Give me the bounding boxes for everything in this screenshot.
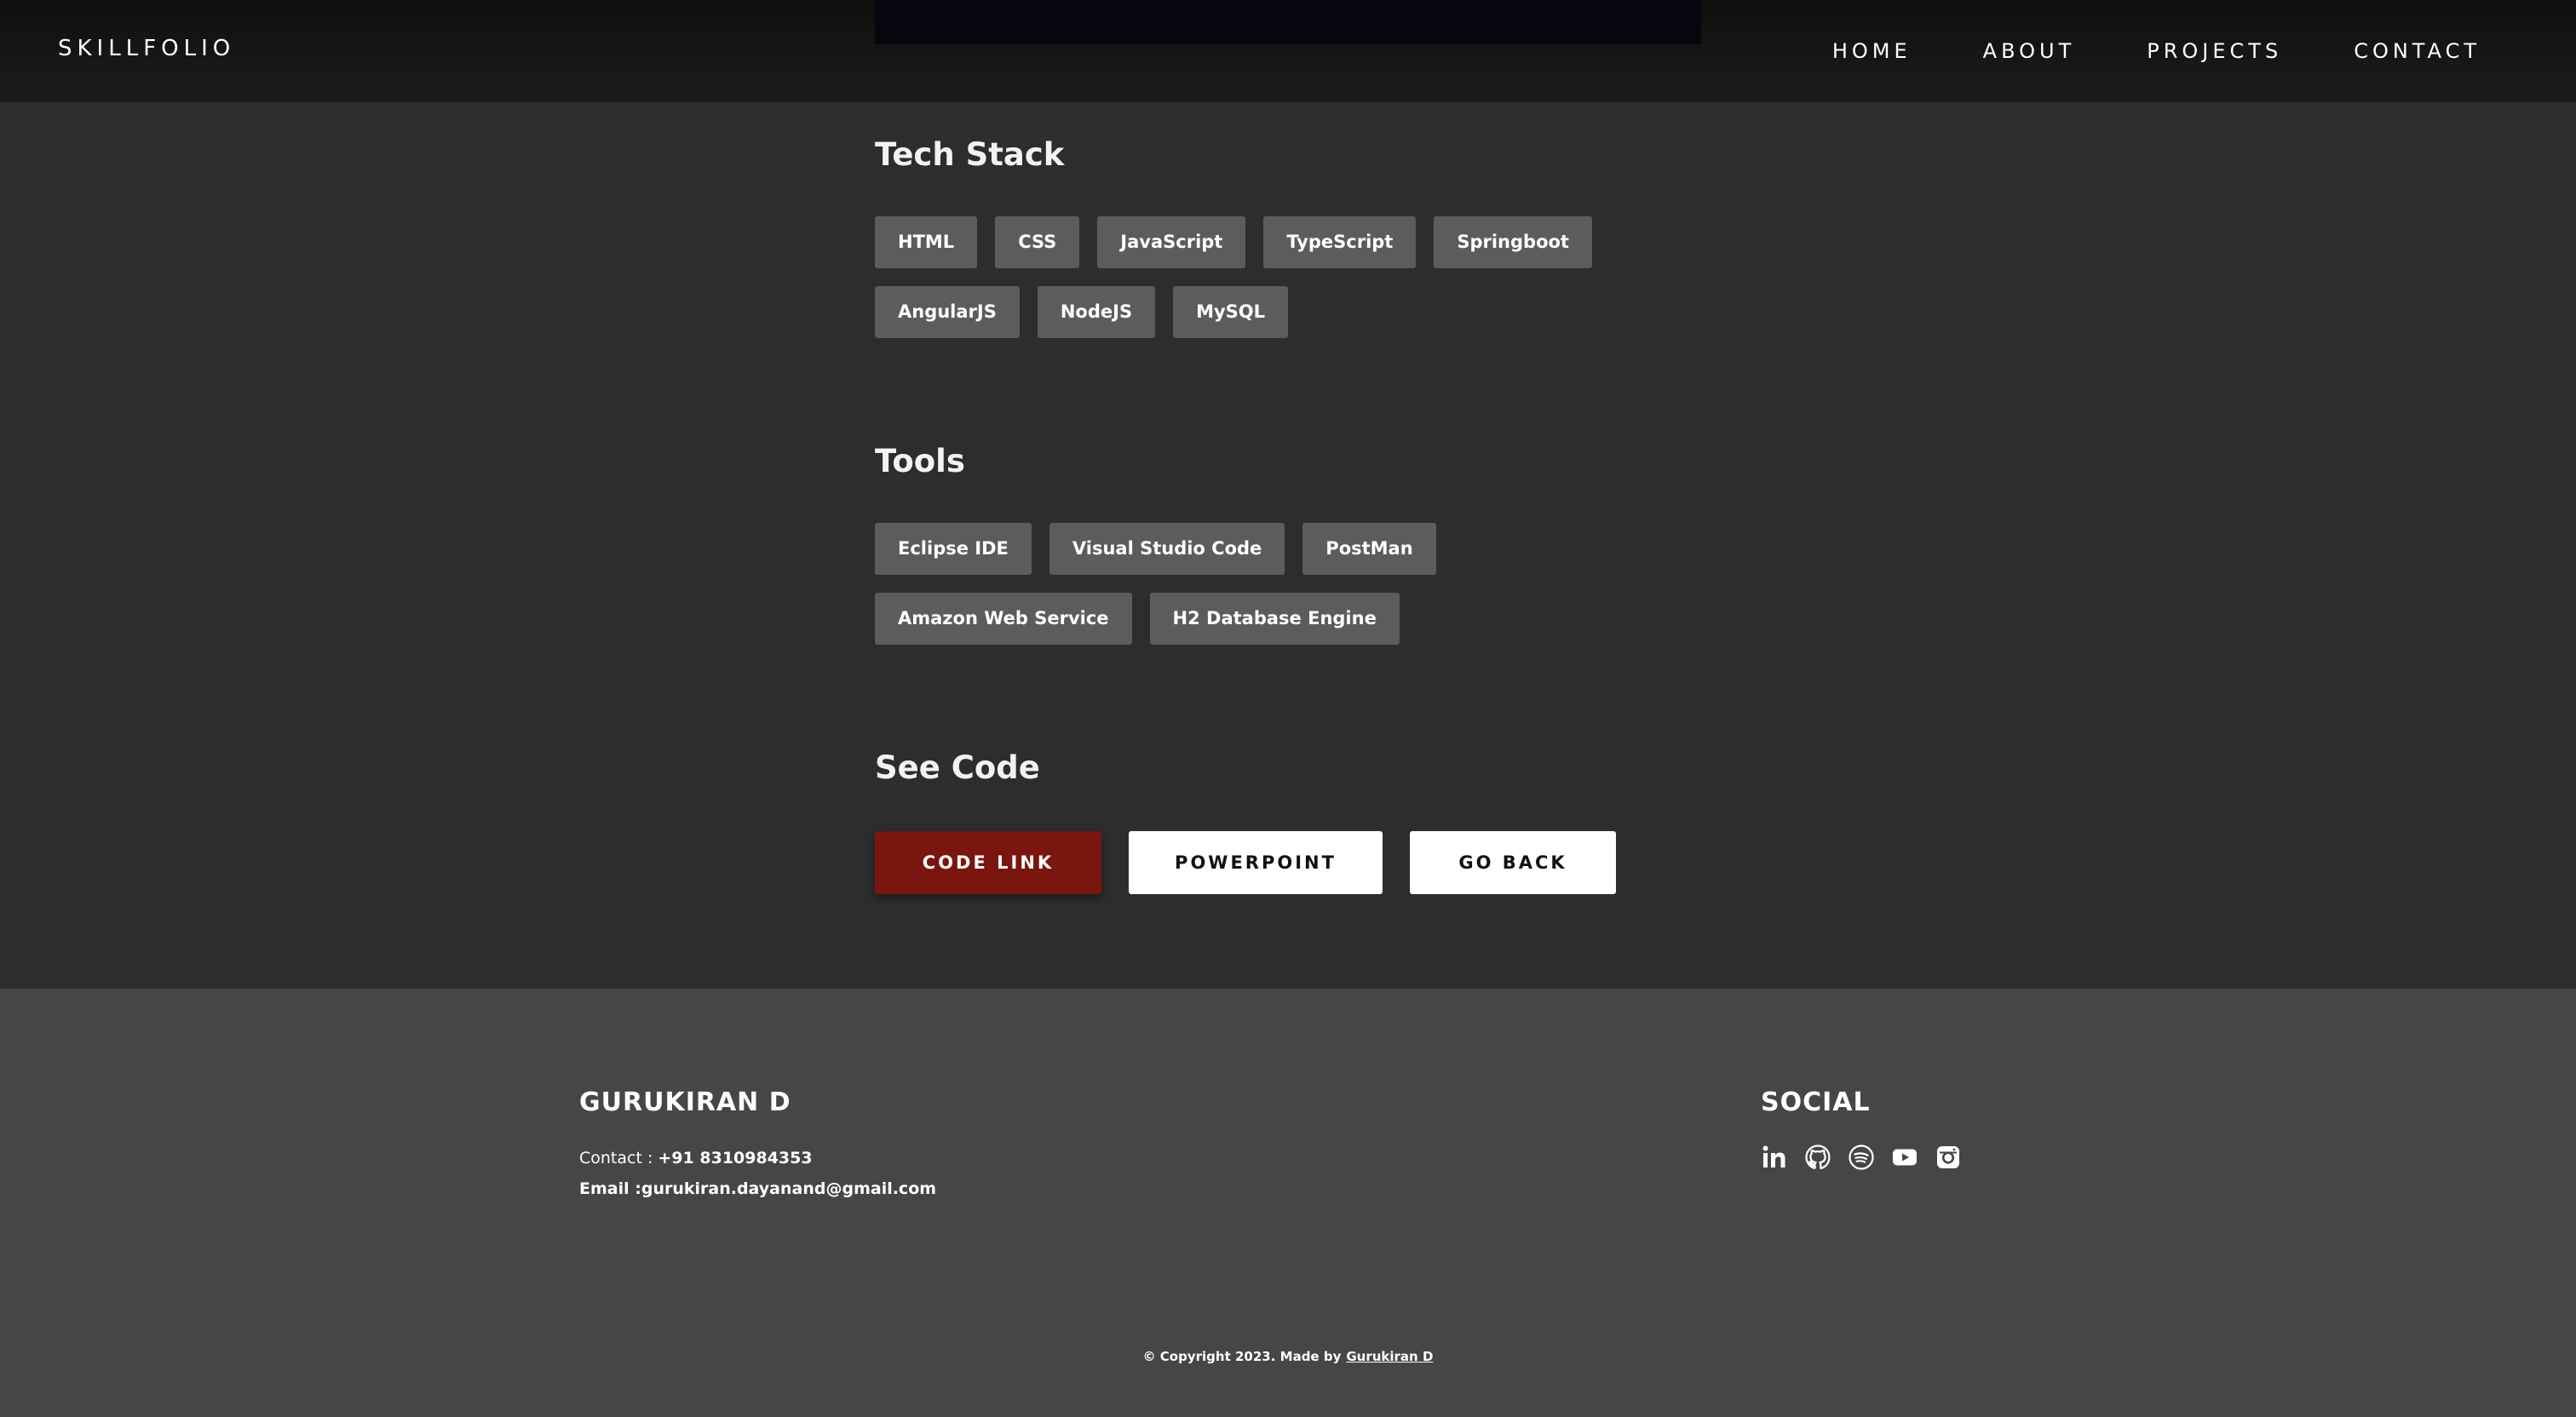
tool-chip-vscode: Visual Studio Code [1049,523,1285,575]
spotify-icon[interactable] [1848,1144,1875,1171]
see-code-title: See Code [875,749,1040,786]
powerpoint-button[interactable]: POWERPOINT [1129,831,1383,894]
github-icon[interactable] [1804,1144,1831,1171]
code-link-button[interactable]: CODE LINK [875,831,1101,894]
tools-title: Tools [875,443,965,479]
tool-chip-h2: H2 Database Engine [1149,593,1400,645]
nav-about[interactable]: ABOUT [1983,36,2076,66]
footer-contact: Contact : +91 8310984353 [579,1149,813,1167]
tech-chip-springboot: Springboot [1434,216,1592,268]
copyright: © Copyright 2023. Made by Gurukiran D [0,1349,2576,1364]
email-address[interactable]: gurukiran.dayanand@gmail.com [641,1179,936,1198]
nav-projects[interactable]: PROJECTS [2147,36,2282,66]
tech-chip-typescript: TypeScript [1263,216,1417,268]
tool-chip-eclipse: Eclipse IDE [875,523,1032,575]
image-faint-text [875,7,1701,15]
social-icons [1761,1144,1978,1171]
site-footer: GURUKIRAN D Contact : +91 8310984353 Ema… [0,989,2576,1417]
tech-chip-html: HTML [875,216,978,268]
copyright-author-link[interactable]: Gurukiran D [1346,1349,1433,1364]
tech-chip-css: CSS [995,216,1080,268]
youtube-icon[interactable] [1891,1144,1918,1171]
linkedin-icon[interactable] [1761,1144,1788,1171]
nav-home[interactable]: HOME [1832,36,1912,66]
see-code-buttons: CODE LINK POWERPOINT GO BACK [875,831,1643,894]
brand-logo[interactable]: SKILLFOLIO [58,36,235,61]
tool-chip-aws: Amazon Web Service [875,593,1132,645]
tech-stack-title: Tech Stack [875,136,1065,173]
footer-email: Email :gurukiran.dayanand@gmail.com [579,1179,936,1198]
tech-chip-mysql: MySQL [1173,286,1289,338]
nav-contact[interactable]: CONTACT [2354,36,2481,66]
copyright-text: © Copyright 2023. Made by [1142,1349,1342,1364]
tech-chip-javascript: JavaScript [1097,216,1246,268]
tech-chip-angularjs: AngularJS [875,286,1020,338]
project-image-remnant [875,0,1701,44]
footer-name: GURUKIRAN D [579,1087,791,1117]
go-back-button[interactable]: GO BACK [1410,831,1616,894]
tools-chips: Eclipse IDE Visual Studio Code PostMan A… [875,523,1701,645]
contact-phone[interactable]: +91 8310984353 [658,1149,812,1167]
tech-stack-chips: HTML CSS JavaScript TypeScript Springboo… [875,216,1701,338]
tool-chip-postman: PostMan [1302,523,1436,575]
social-title: SOCIAL [1761,1087,1871,1117]
contact-label: Contact : [579,1149,658,1167]
email-label: Email : [579,1179,641,1198]
tech-chip-nodejs: NodeJS [1037,286,1156,338]
main-nav: HOME ABOUT PROJECTS CONTACT [1761,36,2481,66]
instagram-icon[interactable] [1935,1144,1962,1171]
